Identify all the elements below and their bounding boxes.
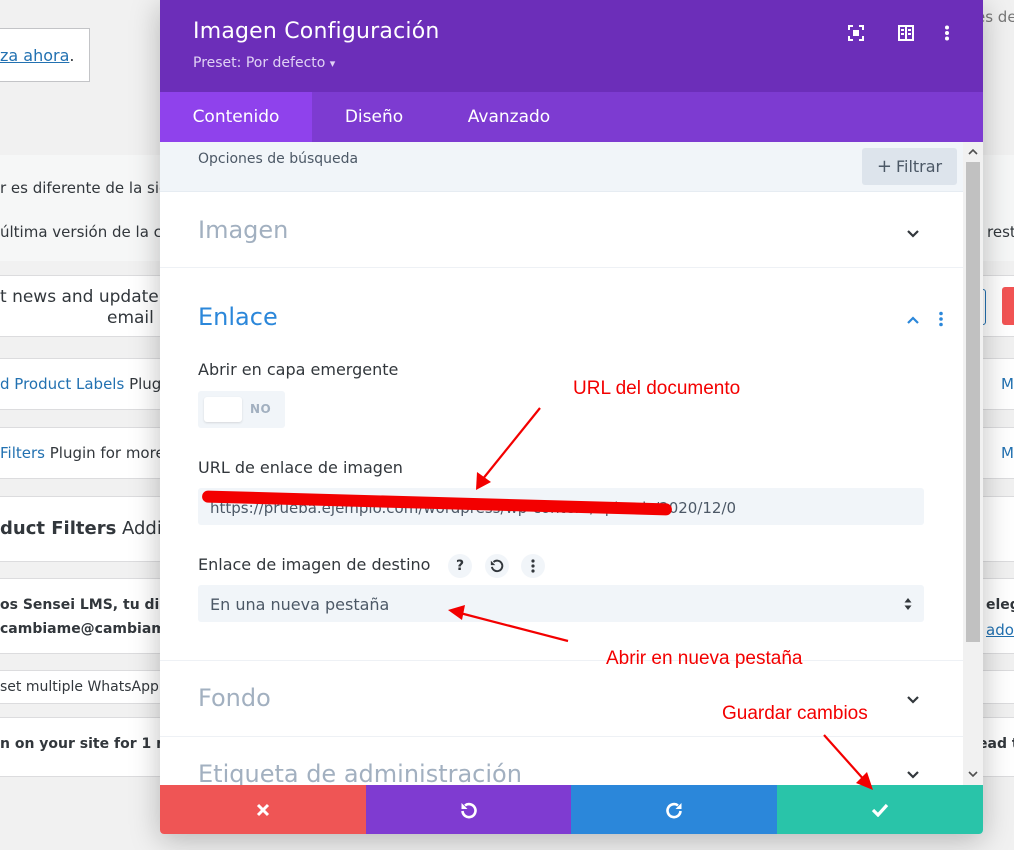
fullscreen-icon[interactable] xyxy=(845,22,867,44)
update-line-2: última versión de la cop xyxy=(0,223,181,241)
search-options-input[interactable]: Opciones de búsqueda xyxy=(198,151,358,167)
tab-contenido[interactable]: Contenido xyxy=(160,92,312,142)
notice-card: za ahora. xyxy=(0,28,90,82)
filter-button[interactable]: + Filtrar xyxy=(862,148,957,185)
section-imagen[interactable]: Imagen xyxy=(198,216,288,244)
cancel-button[interactable] xyxy=(160,785,366,834)
modal-title: Imagen Configuración xyxy=(193,19,440,44)
target-label: Enlace de imagen de destino xyxy=(198,555,431,574)
annotation-save: Guardar cambios xyxy=(722,703,868,724)
plugin-row-2-text: Filters Plugin for more t xyxy=(0,444,176,462)
target-select[interactable]: En una nueva pestaña xyxy=(198,585,924,622)
field-options-icon[interactable] xyxy=(521,554,545,578)
modal-footer xyxy=(160,785,983,834)
scroll-down-icon[interactable] xyxy=(967,768,979,780)
update-line-2-right: rest xyxy=(987,223,1014,241)
divider xyxy=(160,660,963,661)
scroll-up-icon[interactable] xyxy=(967,146,979,158)
save-button[interactable] xyxy=(777,785,983,834)
url-label: URL de enlace de imagen xyxy=(198,458,403,477)
search-bar: Opciones de búsqueda + Filtrar xyxy=(160,142,963,192)
plugin-row-2-right[interactable]: M xyxy=(1001,444,1014,462)
annotation-new-tab: Abrir en nueva pestaña xyxy=(606,648,803,669)
toggle-state: NO xyxy=(250,402,272,416)
split-view-icon[interactable] xyxy=(895,22,917,44)
plugin-row-6-text: set multiple WhatsApp xyxy=(0,679,159,695)
scrollbar-thumb[interactable] xyxy=(966,162,980,642)
plugin-row-7-text: n on your site for 1 mo xyxy=(0,736,181,752)
more-options-icon[interactable] xyxy=(936,22,958,44)
plugin-row-5-text: cambiame@cambiame xyxy=(0,621,176,637)
plugin-row-7-right: ead t xyxy=(978,736,1014,752)
redo-icon xyxy=(666,802,682,818)
newsletter-subscribe-button[interactable] xyxy=(1002,287,1014,325)
modal-body: Opciones de búsqueda + Filtrar Imagen Enl… xyxy=(160,142,983,785)
plugin-row-3-text: duct Filters Additi xyxy=(0,518,174,539)
plugin-row-1-right[interactable]: M xyxy=(1001,375,1014,393)
undo-icon xyxy=(460,802,477,818)
close-icon xyxy=(256,803,270,816)
help-icon[interactable]: ? xyxy=(448,554,472,578)
chevron-down-icon[interactable] xyxy=(905,767,921,783)
chevron-up-icon[interactable] xyxy=(905,312,921,328)
plugin-row-5-right[interactable]: ador xyxy=(986,621,1014,639)
toggle-knob xyxy=(204,397,242,422)
tab-diseno[interactable]: Diseño xyxy=(312,92,436,142)
reset-icon[interactable] xyxy=(485,554,509,578)
scrollbar[interactable] xyxy=(963,142,983,785)
plus-icon: + xyxy=(876,156,892,177)
popup-toggle[interactable]: NO xyxy=(198,391,285,428)
divider xyxy=(160,736,963,737)
section-menu-icon[interactable] xyxy=(938,311,944,327)
select-arrows-icon xyxy=(904,598,912,610)
newsletter-title-2: email xyxy=(107,308,154,328)
newsletter-title-1: t news and update xyxy=(0,287,159,307)
annotation-url: URL del documento xyxy=(573,378,741,399)
plugin-row-1-text: d Product Labels Plugin xyxy=(0,375,175,393)
chevron-down-icon[interactable] xyxy=(905,692,921,708)
divider xyxy=(160,267,963,268)
section-enlace[interactable]: Enlace xyxy=(198,303,278,331)
section-etiqueta[interactable]: Etiqueta de administración xyxy=(198,760,522,785)
chevron-down-icon[interactable] xyxy=(905,226,921,242)
notice-link[interactable]: za ahora xyxy=(0,46,69,65)
checkmark-icon xyxy=(871,803,889,817)
modal-header: Imagen Configuración Preset: Por defecto… xyxy=(160,0,983,92)
update-line-1: r es diferente de la sigu xyxy=(0,179,179,197)
plugin-row-4-text: os Sensei LMS, tu direc xyxy=(0,597,185,613)
plugin-row-4-right: eleg xyxy=(986,597,1014,613)
redo-button[interactable] xyxy=(571,785,777,834)
undo-button[interactable] xyxy=(366,785,571,834)
section-fondo[interactable]: Fondo xyxy=(198,684,271,712)
popup-label: Abrir en capa emergente xyxy=(198,360,399,379)
modal-tabs: Contenido Diseño Avanzado xyxy=(160,92,983,142)
tab-avanzado[interactable]: Avanzado xyxy=(436,92,582,142)
preset-selector[interactable]: Preset: Por defecto ▾ xyxy=(193,55,335,71)
